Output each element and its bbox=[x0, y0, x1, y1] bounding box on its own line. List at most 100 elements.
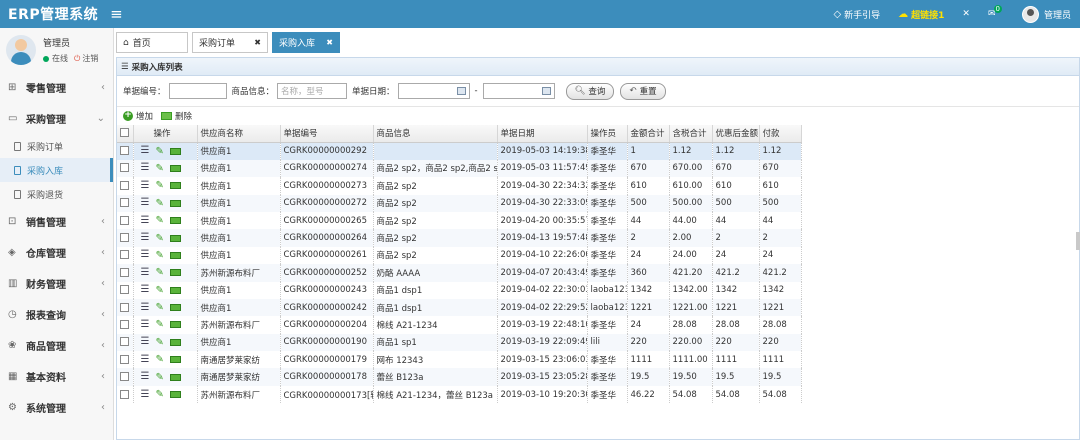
super-link[interactable]: ☁ 超链接1 bbox=[889, 8, 953, 21]
detail-icon[interactable]: ☰ bbox=[141, 180, 150, 190]
edit-icon[interactable]: ✎ bbox=[155, 285, 163, 296]
edit-icon[interactable]: ✎ bbox=[155, 250, 163, 261]
column-header[interactable]: 金额合计 bbox=[627, 125, 670, 143]
column-header[interactable]: 付款 bbox=[759, 125, 802, 143]
row-checkbox[interactable] bbox=[117, 316, 134, 334]
table-row[interactable]: ☰ ✎ 供应商1 CGRK00000000265 商品2 sp2 2019-04-20 0… bbox=[117, 211, 802, 230]
detail-icon[interactable]: ☰ bbox=[141, 354, 150, 364]
row-checkbox[interactable] bbox=[117, 194, 134, 212]
row-checkbox[interactable] bbox=[117, 385, 134, 404]
table-row[interactable]: ☰ ✎ 苏州新源布料厂 CGRK00000000204 棉线 A21-1234 2019-… bbox=[117, 316, 802, 334]
table-row[interactable]: ☰ ✎ 苏州新源布料厂 CGRK00000000252 奶酪 AAAA 2019-04-0… bbox=[117, 264, 802, 282]
delete-row-icon[interactable] bbox=[169, 164, 181, 172]
table-row[interactable]: ☰ ✎ 南通居梦莱家纺 CGRK00000000179 网布 12343 2019-03-… bbox=[117, 351, 802, 369]
edit-icon[interactable]: ✎ bbox=[155, 319, 163, 330]
close-icon[interactable]: ✖ bbox=[254, 38, 261, 47]
detail-icon[interactable]: ☰ bbox=[141, 319, 150, 329]
logout-link[interactable]: 注销 bbox=[82, 53, 98, 64]
tab-home[interactable]: ⌂ 首页 bbox=[116, 32, 188, 53]
column-header[interactable]: 含税合计 bbox=[669, 125, 713, 143]
sidebar-sub-purchase-order[interactable]: 采购订单 bbox=[0, 134, 113, 158]
delete-row-icon[interactable] bbox=[169, 304, 181, 312]
edit-icon[interactable]: ✎ bbox=[155, 372, 163, 383]
table-row[interactable]: ☰ ✎ 供应商1 CGRK00000000242 商品1 dsp1 2019-04-02 … bbox=[117, 298, 802, 317]
detail-icon[interactable]: ☰ bbox=[141, 302, 150, 312]
detail-icon[interactable]: ☰ bbox=[141, 389, 150, 399]
sidebar-item-finance[interactable]: ▥ 财务管理 ‹ bbox=[0, 268, 113, 299]
delete-row-icon[interactable] bbox=[169, 217, 181, 225]
table-row[interactable]: ☰ ✎ 苏州新源布料厂 CGRK00000000173[转] 棉线 A21-1234，蕾… bbox=[117, 385, 802, 404]
date-end-input[interactable] bbox=[482, 83, 555, 99]
close-icon[interactable]: ✖ bbox=[326, 38, 333, 47]
column-header[interactable]: 单据编号 bbox=[280, 125, 374, 143]
delete-row-icon[interactable] bbox=[169, 321, 181, 329]
delete-row-icon[interactable] bbox=[169, 251, 181, 259]
edit-icon[interactable]: ✎ bbox=[155, 180, 163, 191]
row-checkbox[interactable] bbox=[117, 368, 134, 386]
table-row[interactable]: ☰ ✎ 供应商1 CGRK00000000243 商品1 dsp1 2019-04-02 … bbox=[117, 281, 802, 299]
sidebar-item-sales[interactable]: ⊡ 销售管理 ‹ bbox=[0, 206, 113, 237]
row-checkbox[interactable] bbox=[117, 142, 134, 160]
add-icon[interactable]: + bbox=[123, 111, 133, 121]
table-row[interactable]: ☰ ✎ 供应商1 CGRK00000000264 商品2 sp2 2019-04-13 1… bbox=[117, 229, 802, 247]
edit-icon[interactable]: ✎ bbox=[155, 337, 163, 348]
sidebar-item-goods[interactable]: ❀ 商品管理 ‹ bbox=[0, 330, 113, 361]
row-checkbox[interactable] bbox=[117, 298, 134, 317]
user-menu[interactable]: 管理员 bbox=[1013, 5, 1080, 23]
delete-row-icon[interactable] bbox=[169, 356, 181, 364]
detail-icon[interactable]: ☰ bbox=[141, 163, 150, 173]
detail-icon[interactable]: ☰ bbox=[141, 285, 150, 295]
delete-row-icon[interactable] bbox=[169, 199, 181, 207]
sidebar-item-warehouse[interactable]: ◈ 仓库管理 ‹ bbox=[0, 237, 113, 268]
edit-icon[interactable]: ✎ bbox=[155, 146, 163, 157]
delete-row-icon[interactable] bbox=[169, 182, 181, 190]
reset-button[interactable]: ↶ 重置 bbox=[620, 82, 666, 100]
detail-icon[interactable]: ☰ bbox=[141, 337, 150, 347]
sidebar-sub-purchase-in[interactable]: 采购入库 bbox=[0, 158, 113, 182]
row-checkbox[interactable] bbox=[117, 333, 134, 352]
bill-no-input[interactable] bbox=[168, 83, 227, 99]
delete-icon[interactable] bbox=[161, 112, 173, 120]
edit-icon[interactable]: ✎ bbox=[155, 163, 163, 174]
sidebar-item-retail[interactable]: ⊞ 零售管理 ‹ bbox=[0, 72, 113, 103]
sidebar-item-reports[interactable]: ◷ 报表查询 ‹ bbox=[0, 299, 113, 330]
sidebar-item-purchase[interactable]: ▭ 采购管理 ⌄ bbox=[0, 103, 113, 134]
detail-icon[interactable]: ☰ bbox=[141, 215, 150, 225]
query-button[interactable]: 🔍︎ 查询 bbox=[565, 82, 615, 100]
delete-row-icon[interactable] bbox=[169, 147, 181, 155]
column-header[interactable]: 供应商名称 bbox=[197, 125, 281, 143]
edit-icon[interactable]: ✎ bbox=[155, 354, 163, 365]
row-checkbox[interactable] bbox=[117, 159, 134, 178]
row-checkbox[interactable] bbox=[117, 229, 134, 247]
detail-icon[interactable]: ☰ bbox=[141, 372, 150, 382]
detail-icon[interactable]: ☰ bbox=[141, 146, 150, 156]
table-row[interactable]: ☰ ✎ 供应商1 CGRK00000000190 商品1 sp1 2019-03-19 2… bbox=[117, 333, 802, 352]
edit-icon[interactable]: ✎ bbox=[155, 198, 163, 209]
edit-icon[interactable]: ✎ bbox=[155, 267, 163, 278]
table-row[interactable]: ☰ ✎ 供应商1 CGRK00000000272 商品2 sp2 2019-04-30 2… bbox=[117, 194, 802, 212]
guide-link[interactable]: ◇ 新手引导 bbox=[824, 8, 889, 21]
edit-icon[interactable]: ✎ bbox=[155, 389, 163, 400]
sidebar-item-basic[interactable]: ▦ 基本资料 ‹ bbox=[0, 361, 113, 392]
calendar-icon[interactable] bbox=[456, 87, 466, 95]
sidebar-item-system[interactable]: ⚙ 系统管理 ‹ bbox=[0, 392, 113, 423]
detail-icon[interactable]: ☰ bbox=[141, 250, 150, 260]
scroll-handle[interactable] bbox=[1076, 232, 1080, 250]
table-row[interactable]: ☰ ✎ 供应商1 CGRK00000000261 商品2 sp2 2019-04-10 2… bbox=[117, 246, 802, 265]
table-row[interactable]: ☰ ✎ 南通居梦莱家纺 CGRK00000000178 蕾丝 B123a 2019-03-… bbox=[117, 368, 802, 386]
row-checkbox[interactable] bbox=[117, 177, 134, 195]
table-row[interactable]: ☰ ✎ 供应商1 CGRK00000000292 2019-05-03 14:19:38… bbox=[117, 142, 802, 160]
delete-row-icon[interactable] bbox=[169, 373, 181, 381]
detail-icon[interactable]: ☰ bbox=[141, 267, 150, 277]
add-button[interactable]: 增加 bbox=[136, 110, 153, 122]
edit-icon[interactable]: ✎ bbox=[155, 302, 163, 313]
sidebar-sub-purchase-return[interactable]: 采购退货 bbox=[0, 182, 113, 206]
table-row[interactable]: ☰ ✎ 供应商1 CGRK00000000274 商品2 sp2，商品2 sp2,商品2… bbox=[117, 159, 802, 178]
row-checkbox[interactable] bbox=[117, 246, 134, 265]
calendar-icon[interactable] bbox=[541, 87, 551, 95]
detail-icon[interactable]: ☰ bbox=[141, 198, 150, 208]
column-header[interactable]: 商品信息 bbox=[373, 125, 498, 143]
row-checkbox[interactable] bbox=[117, 264, 134, 282]
tab-purchase-order[interactable]: 采购订单 ✖ bbox=[192, 32, 268, 53]
select-all-checkbox[interactable] bbox=[117, 125, 134, 143]
